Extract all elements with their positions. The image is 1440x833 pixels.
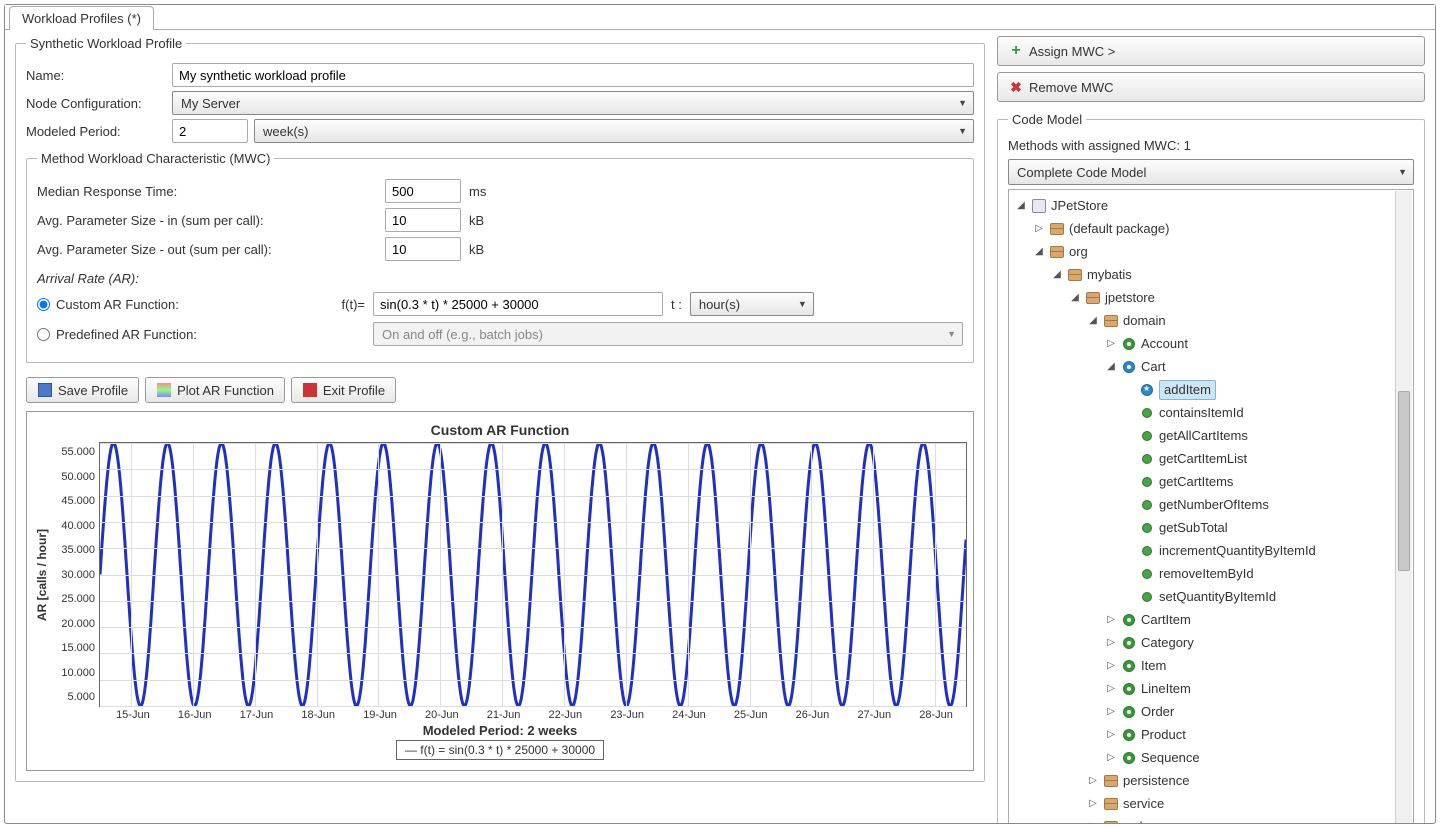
tree-item-class[interactable]: ▷Sequence [1009,746,1413,769]
ft-input[interactable] [373,292,663,316]
median-unit: ms [469,184,486,199]
tree-item-package[interactable]: ▷service [1009,792,1413,815]
tree-item-package[interactable]: ◢jpetstore [1009,286,1413,309]
tree-item-class[interactable]: ◢Cart [1009,355,1413,378]
x-icon: ✖ [1008,79,1024,95]
tree-item-method-selected[interactable]: addItem [1009,378,1413,401]
param-in-input[interactable] [385,208,461,232]
chart-panel: Custom AR Function AR [calls / hour] 55.… [26,411,974,771]
custom-ar-label: Custom AR Function: [56,297,179,312]
code-tree[interactable]: ◢JPetStore ▷(default package) ◢org ◢myba… [1008,189,1414,823]
name-label: Name: [26,68,166,83]
profile-legend: Synthetic Workload Profile [26,36,186,51]
assign-label: Assign MWC > [1029,44,1115,59]
tree-scrollbar[interactable] [1395,191,1412,823]
tree-item-class[interactable]: ▷Account [1009,332,1413,355]
tree-item-package[interactable]: ◢org [1009,240,1413,263]
codemodel-selector[interactable]: Complete Code Model [1008,159,1414,185]
period-unit-dropdown[interactable]: week(s) [254,119,974,143]
synthetic-profile-fieldset: Synthetic Workload Profile Name: Node Co… [15,36,985,782]
assign-mwc-button[interactable]: + Assign MWC > [997,36,1425,66]
nodeconf-dropdown[interactable]: My Server [172,91,974,115]
tree-item-class[interactable]: ▷CartItem [1009,608,1413,631]
t-label: t : [671,297,682,312]
predef-ar-label: Predefined AR Function: [56,327,197,342]
tree-item-package[interactable]: ▷web [1009,815,1413,823]
tree-item-method[interactable]: getNumberOfItems [1009,493,1413,516]
tree-item-method[interactable]: getAllCartItems [1009,424,1413,447]
tree-item-method[interactable]: getCartItemList [1009,447,1413,470]
predef-ar-dropdown[interactable]: On and off (e.g., batch jobs) [373,322,963,346]
tree-item-class[interactable]: ▷LineItem [1009,677,1413,700]
remove-label: Remove MWC [1029,80,1114,95]
median-input[interactable] [385,179,461,203]
tree-item-package[interactable]: ▷(default package) [1009,217,1413,240]
save-profile-button[interactable]: Save Profile [26,377,139,403]
scrollbar-thumb[interactable] [1398,391,1410,571]
param-out-unit: kB [469,242,484,257]
predef-ar-radio[interactable] [37,328,50,341]
tree-item-class[interactable]: ▷Item [1009,654,1413,677]
tree-item-class[interactable]: ▷Category [1009,631,1413,654]
save-icon [37,382,53,398]
chart-plot-area [99,442,967,707]
exit-label: Exit Profile [323,383,385,398]
tree-item-class[interactable]: ▷Product [1009,723,1413,746]
chart-legend: — f(t) = sin(0.3 * t) * 25000 + 30000 [396,740,604,760]
tree-item-class[interactable]: ▷Order [1009,700,1413,723]
chart-ylabel: AR [calls / hour] [33,442,51,707]
chart-icon [156,382,172,398]
param-in-unit: kB [469,213,484,228]
exit-icon [302,382,318,398]
plot-label: Plot AR Function [177,383,274,398]
code-model-fieldset: Code Model Methods with assigned MWC: 1 … [997,112,1425,823]
plot-ar-button[interactable]: Plot AR Function [145,377,285,403]
custom-ar-radio[interactable] [37,298,50,311]
tab-bar: Workload Profiles (*) [5,5,1435,30]
mwc-count-label: Methods with assigned MWC: 1 [1008,138,1414,153]
tree-item-method[interactable]: getSubTotal [1009,516,1413,539]
tree-item-package[interactable]: ◢domain [1009,309,1413,332]
t-unit-dropdown[interactable]: hour(s) [690,292,814,316]
nodeconf-label: Node Configuration: [26,96,166,111]
tree-item-project[interactable]: ◢JPetStore [1009,194,1413,217]
exit-profile-button[interactable]: Exit Profile [291,377,396,403]
median-label: Median Response Time: [37,184,377,199]
mwc-legend: Method Workload Characteristic (MWC) [37,151,274,166]
ft-label: f(t)= [315,297,365,312]
tab-workload-profiles[interactable]: Workload Profiles (*) [9,6,154,30]
param-out-label: Avg. Parameter Size - out (sum per call)… [37,242,377,257]
plus-icon: + [1008,43,1024,59]
save-label: Save Profile [58,383,128,398]
mwc-fieldset: Method Workload Characteristic (MWC) Med… [26,151,974,363]
name-input[interactable] [172,63,974,87]
chart-xticks: 15-Jun16-Jun17-Jun18-Jun19-Jun20-Jun21-J… [102,709,967,721]
tree-item-method[interactable]: containsItemId [1009,401,1413,424]
chart-yticks: 55.00050.00045.00040.00035.00030.00025.0… [51,442,99,707]
period-value-input[interactable] [172,119,248,143]
param-out-input[interactable] [385,237,461,261]
tree-item-package[interactable]: ◢mybatis [1009,263,1413,286]
chart-title: Custom AR Function [33,422,967,438]
tree-item-method[interactable]: incrementQuantityByItemId [1009,539,1413,562]
tree-item-method[interactable]: setQuantityByItemId [1009,585,1413,608]
period-label: Modeled Period: [26,124,166,139]
remove-mwc-button[interactable]: ✖ Remove MWC [997,72,1425,102]
tree-item-method[interactable]: removeItemById [1009,562,1413,585]
chart-xlabel: Modeled Period: 2 weeks [33,723,967,738]
codemodel-legend: Code Model [1008,112,1086,127]
tree-item-package[interactable]: ▷persistence [1009,769,1413,792]
tree-item-method[interactable]: getCartItems [1009,470,1413,493]
ar-heading: Arrival Rate (AR): [37,271,963,286]
param-in-label: Avg. Parameter Size - in (sum per call): [37,213,377,228]
